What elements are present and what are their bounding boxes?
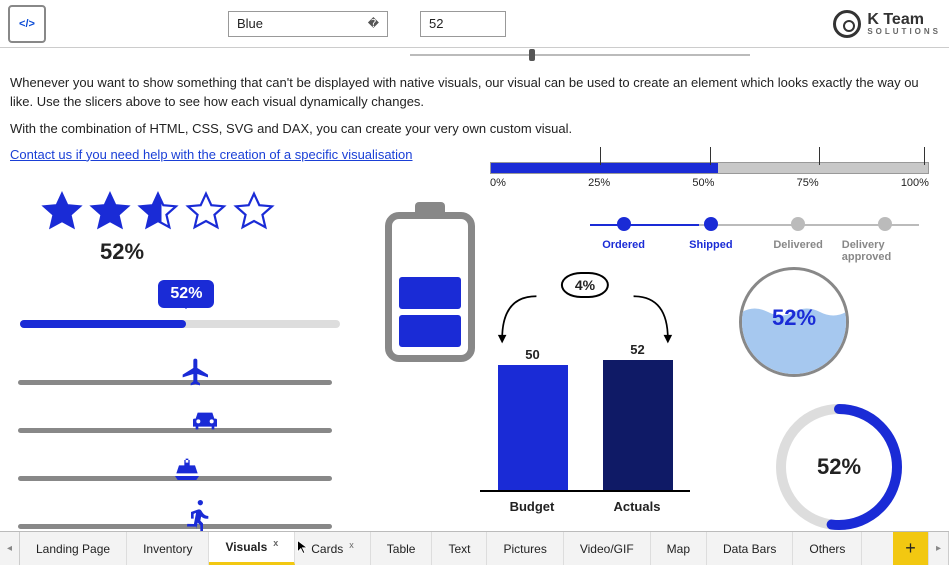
close-icon[interactable]: x	[349, 540, 354, 550]
tab-label: Cards	[311, 542, 343, 556]
tab-label: Others	[809, 542, 845, 556]
sheet-tab[interactable]: Pictures	[487, 532, 563, 565]
battery-visual	[385, 202, 475, 362]
sheet-tab[interactable]: Text	[432, 532, 487, 565]
value-input-text: 52	[429, 16, 443, 31]
star-rating-visual: 52%	[40, 190, 276, 265]
color-dropdown[interactable]: Blue �︎	[228, 11, 388, 37]
car-icon	[186, 404, 224, 436]
sheet-tab[interactable]: Others	[793, 532, 862, 565]
step-dot-icon	[617, 217, 631, 231]
diff-bubble: 4%	[561, 272, 609, 298]
tab-label: Inventory	[143, 542, 192, 556]
sheet-tab[interactable]: Map	[651, 532, 707, 565]
step-dot-icon	[791, 217, 805, 231]
tick-label: 0%	[490, 177, 506, 189]
boat-icon	[168, 452, 206, 484]
bubble-progress-visual: 52%	[20, 280, 340, 328]
tick-label: 100%	[901, 177, 929, 189]
step-label: Ordered	[602, 239, 645, 251]
step-label: Delivered	[773, 239, 823, 251]
sheet-tab[interactable]: Inventory	[127, 532, 209, 565]
tab-label: Data Bars	[723, 542, 776, 556]
water-fill-visual: 52%	[739, 267, 849, 377]
arc-progress-visual: 52%	[769, 397, 909, 537]
star-icon	[40, 190, 84, 237]
tab-label: Table	[387, 542, 416, 556]
sheet-tab[interactable]: Table	[371, 532, 433, 565]
column-chart-visual: 4% 50 52 Budget Actuals	[480, 272, 690, 512]
tab-label: Landing Page	[36, 542, 110, 556]
bubble-label: 52%	[158, 280, 214, 308]
star-icon	[232, 190, 276, 237]
percent-bar-visual: 0% 25% 50% 75% 100%	[490, 162, 929, 189]
tab-label: Pictures	[503, 542, 546, 556]
sheet-tab[interactable]: Visuals x	[209, 532, 295, 565]
sheet-tab[interactable]: Landing Page	[20, 532, 127, 565]
sheet-tab-bar: ◂ Landing PageInventoryVisualsxCardsxTab…	[0, 531, 949, 565]
value-input[interactable]: 52	[420, 11, 506, 37]
step-node: Delivery approved	[842, 217, 929, 263]
step-dot-icon	[704, 217, 718, 231]
value-slider[interactable]	[410, 48, 750, 62]
icon-sliders-visual	[10, 352, 340, 544]
star-icon	[88, 190, 132, 237]
water-label: 52%	[739, 305, 849, 331]
mouse-cursor-icon	[296, 539, 312, 555]
step-node: Delivered	[755, 217, 842, 263]
slider-car	[10, 400, 340, 448]
app-icon	[8, 5, 46, 43]
column-value: 52	[630, 342, 644, 357]
step-dot-icon	[878, 217, 892, 231]
add-tab-button[interactable]: +	[893, 532, 929, 565]
step-node: Ordered	[580, 217, 667, 263]
close-icon[interactable]: x	[273, 538, 278, 548]
tick-label: 50%	[692, 177, 714, 189]
contact-link[interactable]: Contact us if you need help with the cre…	[10, 147, 413, 162]
intro-paragraph-2: With the combination of HTML, CSS, SVG a…	[10, 120, 939, 139]
column-label: Budget	[510, 499, 555, 514]
chart-column: 52	[603, 342, 673, 490]
tab-label: Text	[448, 542, 470, 556]
column-label: Actuals	[613, 499, 660, 514]
arc-label: 52%	[817, 454, 861, 480]
tab-label: Visuals	[225, 540, 267, 554]
brand-logo: K Team SOLUTIONS	[833, 10, 941, 38]
tab-scroll-left[interactable]: ◂	[0, 532, 20, 565]
intro-paragraph-1: Whenever you want to show something that…	[10, 74, 939, 112]
logo-sub: SOLUTIONS	[867, 28, 941, 36]
slider-plane	[10, 352, 340, 400]
plane-icon	[177, 356, 215, 388]
slider-boat	[10, 448, 340, 496]
chevron-down-icon: �︎	[368, 17, 379, 30]
step-label: Shipped	[689, 239, 732, 251]
steps-visual: Ordered Shipped Delivered Delivery appro…	[580, 217, 929, 263]
logo-icon	[833, 10, 861, 38]
tick-label: 25%	[588, 177, 610, 189]
sheet-tab[interactable]: Video/GIF	[564, 532, 651, 565]
star-pct-label: 52%	[100, 239, 276, 265]
sheet-tab[interactable]: Data Bars	[707, 532, 793, 565]
run-icon	[180, 500, 218, 532]
column-value: 50	[525, 347, 539, 362]
step-label: Delivery approved	[842, 239, 929, 263]
tab-label: Map	[667, 542, 690, 556]
tab-scroll-right[interactable]: ▸	[929, 532, 949, 565]
star-icon	[184, 190, 228, 237]
tick-label: 75%	[797, 177, 819, 189]
star-icon	[136, 190, 180, 237]
dropdown-value: Blue	[237, 16, 263, 31]
logo-main: K Team	[867, 12, 941, 28]
chart-column: 50	[498, 347, 568, 490]
step-node: Shipped	[667, 217, 754, 263]
tab-label: Video/GIF	[580, 542, 634, 556]
